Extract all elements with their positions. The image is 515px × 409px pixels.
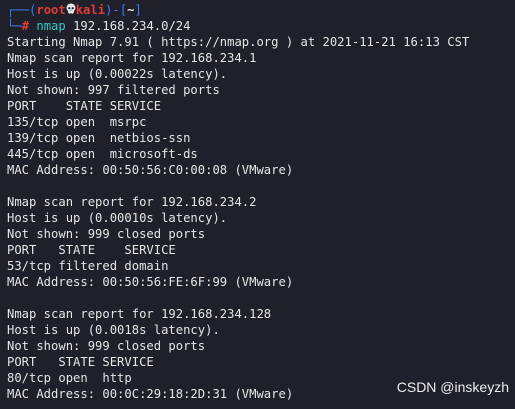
prompt-frame-mid: )-[ (105, 3, 128, 17)
output-line: 53/tcp filtered domain (7, 259, 169, 273)
output-line: Host is up (0.00022s latency). (7, 67, 228, 81)
command-line[interactable]: └─# nmap 192.168.234.0/24 (7, 18, 515, 34)
output-line: Nmap scan report for 192.168.234.128 (7, 307, 272, 321)
output-line: 135/tcp open msrpc (7, 115, 147, 129)
command-args: 192.168.234.0/24 (65, 19, 191, 33)
prompt-line: ┌──(root kali)-[~] (7, 2, 515, 18)
output-line: MAC Address: 00:50:56:FE:6F:99 (VMware) (7, 275, 294, 289)
output-line: Host is up (0.00010s latency). (7, 211, 228, 225)
command-name: nmap (36, 19, 66, 33)
output-line: Not shown: 999 closed ports (7, 339, 206, 353)
output-line: Starting Nmap 7.91 ( https://nmap.org ) … (7, 35, 470, 49)
output-line: PORT STATE SERVICE (7, 99, 162, 113)
output-line: 445/tcp open microsoft-ds (7, 147, 198, 161)
output-line: Not shown: 997 filtered ports (7, 83, 220, 97)
output-line: Not shown: 999 closed ports (7, 227, 206, 241)
prompt-frame-close: ] (134, 3, 142, 17)
output-line: MAC Address: 00:50:56:C0:00:08 (VMware) (7, 163, 294, 177)
prompt-host: kali (75, 3, 106, 17)
skull-icon (66, 3, 76, 14)
output-line: Nmap scan report for 192.168.234.2 (7, 195, 257, 209)
output-line: Nmap scan report for 192.168.234.1 (7, 51, 257, 65)
output-line: PORT STATE SERVICE (7, 355, 154, 369)
watermark: CSDN @inskeyzh (396, 379, 509, 395)
output-line: PORT STATE SERVICE (7, 243, 176, 257)
prompt-frame-open: ┌──( (7, 3, 37, 17)
prompt-corner: └─ (7, 19, 22, 33)
output-line: Host is up (0.0018s latency). (7, 323, 220, 337)
output-line: 139/tcp open netbios-ssn (7, 131, 191, 145)
prompt-hash: # (21, 19, 30, 33)
terminal-window[interactable]: ┌──(root kali)-[~] └─# nmap 192.168.234.0… (0, 0, 515, 409)
prompt-user: root (36, 3, 66, 17)
